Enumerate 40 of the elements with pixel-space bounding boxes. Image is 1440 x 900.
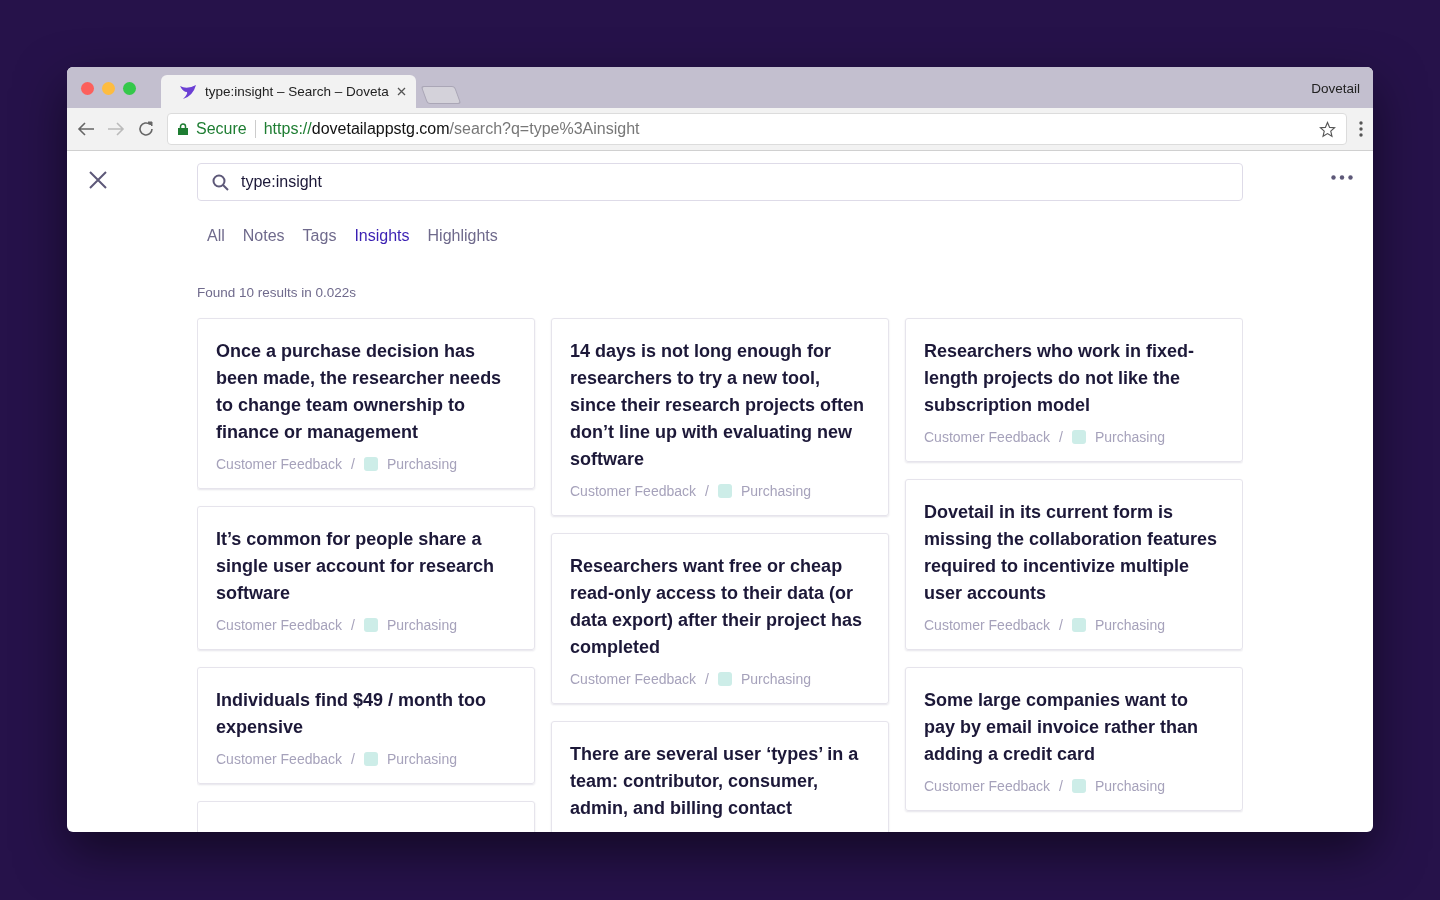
breadcrumb-separator: / [351,751,355,767]
reload-icon[interactable] [137,120,155,138]
menu-icon[interactable] [1359,121,1363,137]
address-bar[interactable]: Secure https://dovetailappstg.com/search?q=type%3Ainsight [167,113,1347,145]
lock-icon [178,123,188,135]
breadcrumb-separator: / [1059,778,1063,794]
search-icon [212,173,229,191]
back-icon[interactable] [77,121,95,137]
logo-icon [179,83,197,100]
insight-title: Dovetail in its current form is missing the collaboration features required to incentivize multiple user accounts [924,501,1219,605]
breadcrumb-separator: / [351,617,355,633]
filter-tab[interactable]: Notes [242,227,285,245]
insight-title: Some large companies want to pay by email invoice rather than adding a credit card [924,689,1200,766]
url-text: https://dovetailappstg.com/search?q=type%3Ainsight [263,120,640,138]
search-field[interactable]: type:insight [197,163,1243,201]
breadcrumb-separator: / [1059,429,1063,445]
filter-tab[interactable]: Insights [354,227,410,245]
breadcrumb-separator: / [705,671,709,687]
browser-tab[interactable]: type:insight – Search – Doveta [161,75,416,108]
filter-tab[interactable]: Highlights [427,227,498,245]
breadcrumb-separator: / [705,483,709,499]
insight-title: There are several user ‘types’ in a team: contributor, consumer, admin, and billing contact [570,743,860,820]
insight-title: It’s common for people share a single user account for research software [216,528,496,605]
filter-tab[interactable]: Tags [302,227,337,245]
insight-title: Researchers want free or cheap read-only access to their data (or data export) after their project has completed [570,555,864,659]
filter-tab[interactable]: All [207,227,225,245]
insight-title: Once a purchase decision has been made, the researcher needs to change team ownership to finance or management [216,340,503,444]
insight-title: Researchers who work in fixed-length projects do not like the subscription model [924,340,1196,417]
result-summary: Found 10 results in 0.022s [197,285,358,300]
breadcrumb-separator: / [351,456,355,472]
star-icon[interactable] [1319,120,1336,138]
secure-label: Secure [196,120,256,138]
close-tab-icon[interactable] [396,87,406,96]
insight-card[interactable]: There are several user ‘types’ in a team: contributor, consumer, admin, and billing contact [551,721,889,832]
close-icon[interactable] [89,171,107,189]
breadcrumb-separator: / [1059,617,1063,633]
insight-title: Individuals find $49 / month too expensive [216,689,487,739]
more-icon[interactable] [1331,175,1353,180]
profile-name: Dovetail [1311,81,1360,96]
insight-title: 14 days is not long enough for researchers to try a new tool, since their research projects often don’t line up with evaluating new software [570,340,866,471]
